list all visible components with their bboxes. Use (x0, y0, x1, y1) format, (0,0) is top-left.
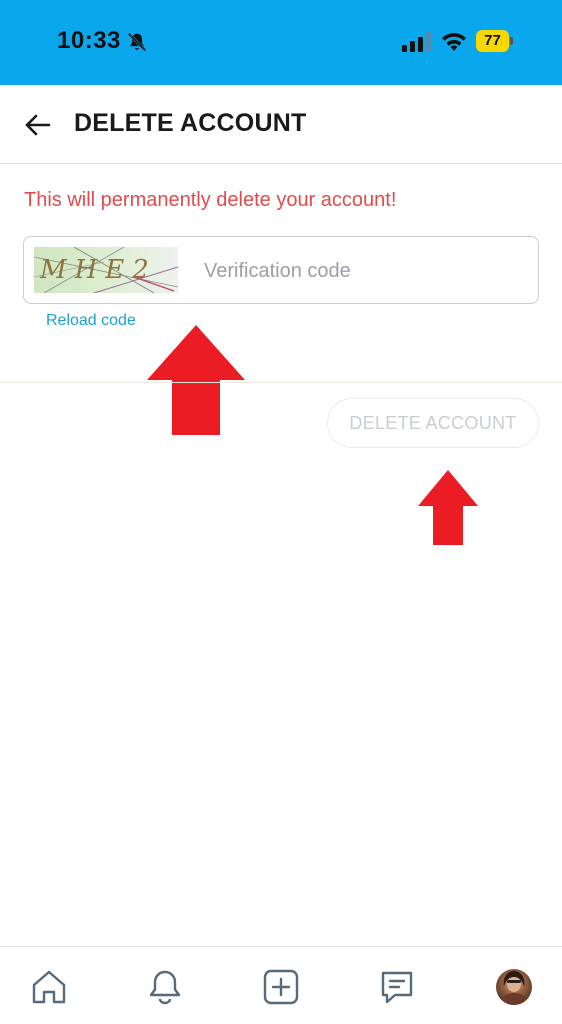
plus-square-icon[interactable] (261, 967, 301, 1007)
annotation-arrow-up-icon (418, 470, 478, 545)
verification-code-input[interactable] (204, 249, 524, 293)
captcha-image: MHE2 (34, 247, 178, 293)
battery-icon: 77 (476, 30, 514, 54)
status-bar: 10:33 77 (0, 0, 562, 85)
reload-code-link[interactable]: Reload code (46, 312, 136, 330)
wifi-icon (442, 33, 466, 51)
back-arrow-icon[interactable] (22, 109, 54, 141)
verification-field: MHE2 (23, 236, 539, 304)
annotation-arrow-up-icon (147, 325, 245, 435)
captcha-text: MHE2 (40, 255, 157, 285)
page-title: DELETE ACCOUNT (74, 109, 307, 137)
delete-warning-text: This will permanently delete your accoun… (24, 189, 397, 211)
bell-icon[interactable] (145, 967, 185, 1007)
avatar-image (500, 971, 528, 1005)
page-header: DELETE ACCOUNT (0, 85, 562, 164)
section-divider (0, 382, 562, 383)
message-icon[interactable] (377, 967, 417, 1007)
avatar[interactable] (496, 969, 532, 1005)
signal-icon (402, 32, 431, 52)
home-icon[interactable] (29, 967, 69, 1007)
battery-level: 77 (484, 32, 501, 49)
bottom-nav (0, 946, 562, 1024)
status-time: 10:33 (57, 27, 121, 54)
delete-account-button[interactable]: DELETE ACCOUNT (327, 398, 539, 448)
bell-slash-icon (127, 32, 147, 52)
